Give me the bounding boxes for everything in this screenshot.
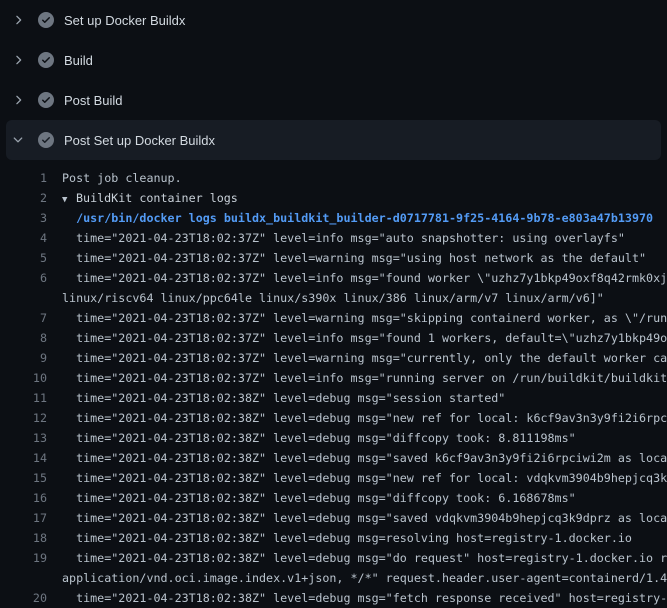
line-number[interactable]: 9 — [0, 348, 47, 368]
log-line: 2 ▼BuildKit container logs — [0, 188, 667, 208]
chevron-right-icon — [10, 52, 26, 68]
log-line: 19 time="2021-04-23T18:02:38Z" level=deb… — [0, 548, 667, 568]
log-line: 16 time="2021-04-23T18:02:38Z" level=deb… — [0, 488, 667, 508]
line-number[interactable]: 5 — [0, 248, 47, 268]
log-line: 18 time="2021-04-23T18:02:38Z" level=deb… — [0, 528, 667, 548]
line-number — [0, 288, 47, 308]
log-text: time="2021-04-23T18:02:37Z" level=warnin… — [62, 248, 667, 268]
log-text: time="2021-04-23T18:02:38Z" level=debug … — [62, 468, 667, 488]
group-collapse-triangle-icon[interactable]: ▼ — [62, 190, 76, 208]
line-number[interactable]: 7 — [0, 308, 47, 328]
line-number[interactable]: 14 — [0, 448, 47, 468]
line-number[interactable]: 15 — [0, 468, 47, 488]
log-text: time="2021-04-23T18:02:37Z" level=info m… — [62, 368, 667, 388]
step-title: Set up Docker Buildx — [64, 13, 185, 28]
check-circle-icon — [38, 132, 54, 148]
line-number[interactable]: 6 — [0, 268, 47, 288]
log-command-text: /usr/bin/docker logs buildx_buildkit_bui… — [62, 208, 667, 228]
log-text: Post job cleanup. — [62, 168, 667, 188]
line-number[interactable]: 20 — [0, 588, 47, 608]
step-header-2[interactable]: Post Build — [0, 80, 667, 120]
log-line: 17 time="2021-04-23T18:02:38Z" level=deb… — [0, 508, 667, 528]
line-number[interactable]: 4 — [0, 228, 47, 248]
group-title: BuildKit container logs — [76, 191, 238, 205]
log-line-continuation: application/vnd.oci.image.index.v1+json,… — [0, 568, 667, 588]
chevron-right-icon — [10, 92, 26, 108]
log-line: 20 time="2021-04-23T18:02:38Z" level=deb… — [0, 588, 667, 608]
log-text: application/vnd.oci.image.index.v1+json,… — [62, 568, 667, 588]
log-text: time="2021-04-23T18:02:38Z" level=debug … — [62, 548, 667, 568]
log-line: 7 time="2021-04-23T18:02:37Z" level=warn… — [0, 308, 667, 328]
log-text: time="2021-04-23T18:02:37Z" level=info m… — [62, 228, 667, 248]
log-text: time="2021-04-23T18:02:38Z" level=debug … — [62, 528, 667, 548]
log-text[interactable]: ▼BuildKit container logs — [62, 188, 667, 208]
check-circle-icon — [38, 52, 54, 68]
log-line: 8 time="2021-04-23T18:02:37Z" level=info… — [0, 328, 667, 348]
check-circle-icon — [38, 92, 54, 108]
log-text: time="2021-04-23T18:02:37Z" level=info m… — [62, 268, 667, 288]
step-title: Post Set up Docker Buildx — [64, 133, 215, 148]
line-number[interactable]: 2 — [0, 188, 47, 208]
log-line: 10 time="2021-04-23T18:02:37Z" level=inf… — [0, 368, 667, 388]
log-text: time="2021-04-23T18:02:38Z" level=debug … — [62, 508, 667, 528]
chevron-right-icon — [10, 12, 26, 28]
log-line-continuation: linux/riscv64 linux/ppc64le linux/s390x … — [0, 288, 667, 308]
line-number[interactable]: 11 — [0, 388, 47, 408]
log-line: 12 time="2021-04-23T18:02:38Z" level=deb… — [0, 408, 667, 428]
line-number[interactable]: 13 — [0, 428, 47, 448]
log-text: time="2021-04-23T18:02:38Z" level=debug … — [62, 448, 667, 468]
log-viewer: 1 Post job cleanup. 2 ▼BuildKit container l… — [0, 160, 667, 608]
check-circle-icon — [38, 12, 54, 28]
log-line: 6 time="2021-04-23T18:02:37Z" level=info… — [0, 268, 667, 288]
log-text: time="2021-04-23T18:02:38Z" level=debug … — [62, 428, 667, 448]
line-number[interactable]: 17 — [0, 508, 47, 528]
log-line: 11 time="2021-04-23T18:02:38Z" level=deb… — [0, 388, 667, 408]
log-line: 13 time="2021-04-23T18:02:38Z" level=deb… — [0, 428, 667, 448]
step-list: Set up Docker Buildx Build Post Build Post … — [0, 0, 667, 160]
chevron-down-icon — [10, 132, 26, 148]
line-number[interactable]: 18 — [0, 528, 47, 548]
log-line: 14 time="2021-04-23T18:02:38Z" level=deb… — [0, 448, 667, 468]
log-line: 3 /usr/bin/docker logs buildx_buildkit_b… — [0, 208, 667, 228]
line-number[interactable]: 12 — [0, 408, 47, 428]
log-line: 15 time="2021-04-23T18:02:38Z" level=deb… — [0, 468, 667, 488]
line-number[interactable]: 16 — [0, 488, 47, 508]
step-title: Post Build — [64, 93, 123, 108]
log-text: time="2021-04-23T18:02:38Z" level=debug … — [62, 388, 667, 408]
step-header-0[interactable]: Set up Docker Buildx — [0, 0, 667, 40]
log-text: time="2021-04-23T18:02:37Z" level=warnin… — [62, 348, 667, 368]
log-line: 1 Post job cleanup. — [0, 168, 667, 188]
step-header-1[interactable]: Build — [0, 40, 667, 80]
log-text: linux/riscv64 linux/ppc64le linux/s390x … — [62, 288, 667, 308]
log-line: 9 time="2021-04-23T18:02:37Z" level=warn… — [0, 348, 667, 368]
log-text: time="2021-04-23T18:02:37Z" level=info m… — [62, 328, 667, 348]
step-header-3[interactable]: Post Set up Docker Buildx — [6, 120, 661, 160]
log-line: 5 time="2021-04-23T18:02:37Z" level=warn… — [0, 248, 667, 268]
line-number[interactable]: 10 — [0, 368, 47, 388]
log-text: time="2021-04-23T18:02:38Z" level=debug … — [62, 408, 667, 428]
line-number — [0, 568, 47, 588]
line-number[interactable]: 1 — [0, 168, 47, 188]
log-text: time="2021-04-23T18:02:38Z" level=debug … — [62, 588, 667, 608]
log-text: time="2021-04-23T18:02:37Z" level=warnin… — [62, 308, 667, 328]
log-line: 4 time="2021-04-23T18:02:37Z" level=info… — [0, 228, 667, 248]
line-number[interactable]: 8 — [0, 328, 47, 348]
line-number[interactable]: 19 — [0, 548, 47, 568]
step-title: Build — [64, 53, 93, 68]
line-number[interactable]: 3 — [0, 208, 47, 228]
log-text: time="2021-04-23T18:02:38Z" level=debug … — [62, 488, 667, 508]
